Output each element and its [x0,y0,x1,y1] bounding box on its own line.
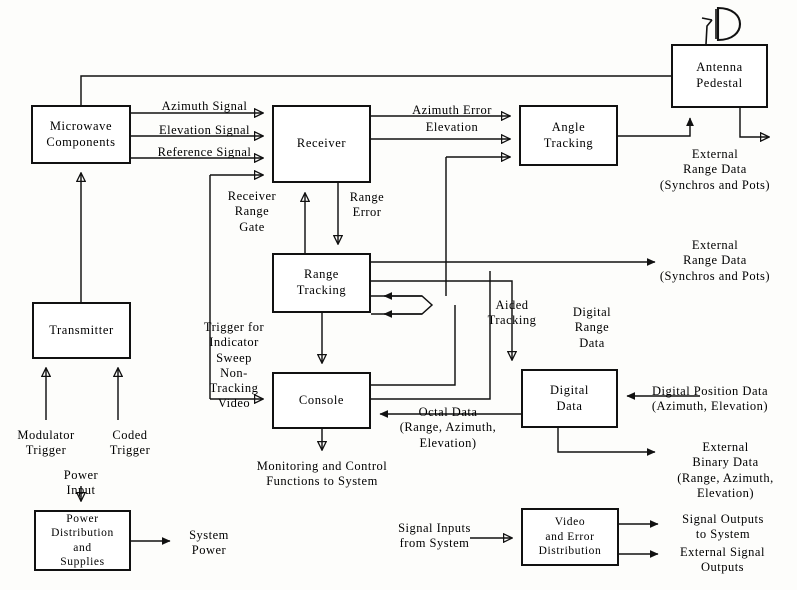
block-receiver[interactable]: Receiver [272,105,371,183]
label-external-binary-data: External Binary Data (Range, Azimuth, El… [677,440,774,500]
label-aided-tracking: Aided Tracking [487,298,537,328]
block-angle-tracking[interactable]: Angle Tracking [519,105,618,166]
label-power-input: Power Input [63,468,99,498]
label-reference-signal: Reference Signal [157,145,252,159]
label-azimuth-signal: Azimuth Signal [161,99,248,113]
label-external-range-data-mid: External Range Data (Synchros and Pots) [659,238,771,283]
label-trigger-indicator-sweep: Trigger for Indicator Sweep Non- Trackin… [203,320,265,411]
block-diagram-canvas: Microwave Components Receiver Angle Trac… [0,0,797,590]
label-signal-inputs: Signal Inputs from System [398,521,471,551]
block-transmitter[interactable]: Transmitter [32,302,131,359]
label-receiver-range-gate: Receiver Range Gate [227,189,277,234]
label-range-error: Range Error [349,190,385,220]
label-azimuth-error: Azimuth Error [412,103,492,117]
label-elevation: Elevation [425,120,479,134]
label-modulator-trigger: Modulator Trigger [17,428,75,458]
label-system-power: System Power [189,528,229,558]
label-external-signal-outputs: External Signal Outputs [680,545,765,575]
label-coded-trigger: Coded Trigger [109,428,151,458]
block-antenna-pedestal[interactable]: Antenna Pedestal [671,44,768,108]
block-digital-data[interactable]: Digital Data [521,369,618,428]
antenna-dish-icon [701,6,742,45]
block-microwave-components[interactable]: Microwave Components [31,105,131,164]
label-digital-position-data: Digital Position Data (Azimuth, Elevatio… [651,384,769,414]
label-elevation-signal: Elevation Signal [159,123,250,137]
label-monitoring-control: Monitoring and Control Functions to Syst… [256,459,388,489]
block-range-tracking[interactable]: Range Tracking [272,253,371,313]
label-octal-data: Octal Data (Range, Azimuth, Elevation) [399,405,497,450]
label-digital-range-data: Digital Range Data [572,305,612,350]
block-video-error-distribution[interactable]: Video and Error Distribution [521,508,619,566]
block-power-distribution[interactable]: Power Distribution and Supplies [34,510,131,571]
block-console[interactable]: Console [272,372,371,429]
label-external-range-data-top: External Range Data (Synchros and Pots) [659,147,771,192]
label-signal-outputs-to-system: Signal Outputs to System [682,512,764,542]
